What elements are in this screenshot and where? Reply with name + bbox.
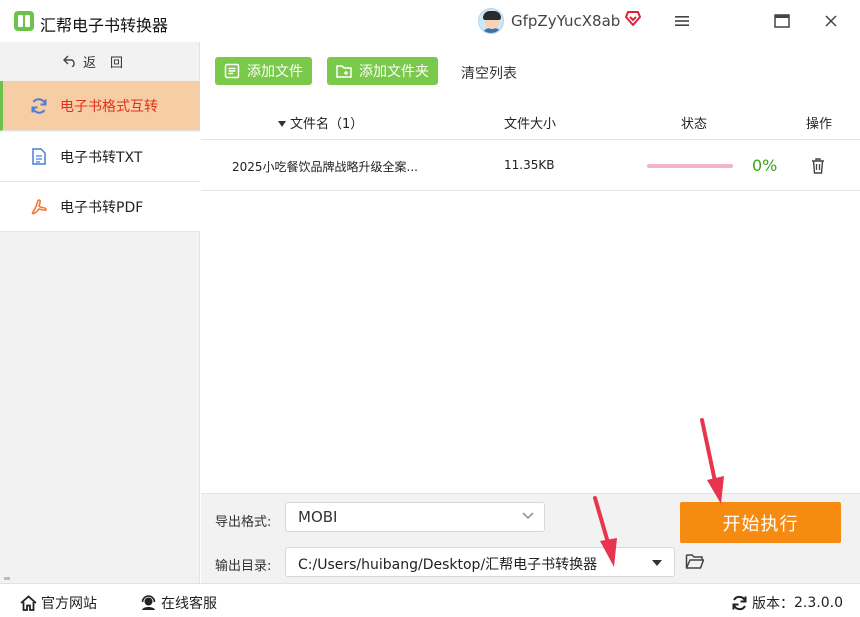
title-bar: 汇帮电子书转换器 GfpZyYucX8ab — [0, 0, 860, 42]
pdf-icon — [30, 198, 48, 216]
format-label: 导出格式: — [215, 515, 272, 530]
chevron-down-icon — [522, 512, 534, 520]
add-folder-button[interactable]: 添加文件夹 — [327, 57, 438, 85]
clear-list-button[interactable]: 清空列表 — [461, 63, 517, 83]
sidebar-item-to-pdf[interactable]: 电子书转PDF — [0, 182, 200, 232]
table-header: 文件名（1） 文件大小 状态 操作 — [201, 100, 860, 140]
file-size: 11.35KB — [504, 158, 555, 172]
sort-caret-icon — [278, 121, 286, 127]
version-value: 2.3.0.0 — [794, 595, 843, 611]
menu-icon — [675, 16, 689, 26]
progress-percent: 0% — [752, 156, 778, 175]
back-arrow-icon — [62, 55, 75, 67]
back-label: 返回 — [82, 55, 137, 71]
refresh-icon — [30, 97, 48, 115]
sidebar-item-label: 电子书格式互转 — [60, 98, 158, 115]
version-label: 版本： — [752, 596, 794, 612]
add-file-icon — [224, 63, 240, 79]
add-folder-label: 添加文件夹 — [359, 64, 429, 80]
start-button[interactable]: 开始执行 — [680, 502, 841, 543]
online-service-link[interactable]: 在线客服 — [140, 593, 217, 613]
app-title: 汇帮电子书转换器 — [40, 16, 169, 35]
column-header-status: 状态 — [681, 117, 708, 132]
official-website-link[interactable]: 官方网站 — [20, 593, 97, 613]
output-dir-select[interactable]: C:/Users/huibang/Desktop/汇帮电子书转换器 — [285, 547, 675, 577]
column-header-ops: 操作 — [806, 117, 833, 132]
avatar[interactable] — [478, 8, 504, 34]
home-icon — [20, 595, 37, 611]
open-folder-icon[interactable] — [685, 552, 705, 570]
close-button[interactable] — [817, 8, 845, 34]
menu-button[interactable] — [668, 8, 696, 34]
column-header-size: 文件大小 — [504, 117, 557, 132]
headset-icon — [141, 595, 156, 610]
status-bar: 官方网站 在线客服 版本： 2.3.0.0 — [0, 583, 860, 617]
add-file-label: 添加文件 — [247, 64, 303, 80]
table-row[interactable]: 2025小吃餐饮品牌战略升级全案... 11.35KB 0% — [201, 141, 860, 191]
output-dir-value: C:/Users/huibang/Desktop/汇帮电子书转换器 — [298, 557, 598, 573]
main-panel: 添加文件 添加文件夹 清空列表 文件名（1） 文件大小 状态 操作 2025小吃… — [201, 42, 860, 493]
vip-heart-icon[interactable] — [624, 10, 642, 26]
file-name: 2025小吃餐饮品牌战略升级全案... — [232, 160, 418, 174]
add-file-button[interactable]: 添加文件 — [215, 57, 312, 85]
format-select[interactable]: MOBI — [285, 502, 545, 532]
format-value: MOBI — [298, 508, 338, 526]
version-info[interactable]: 版本： 2.3.0.0 — [731, 593, 843, 613]
sidebar-item-label: 电子书转TXT — [60, 149, 143, 166]
maximize-icon — [774, 14, 790, 28]
add-folder-icon — [336, 65, 352, 78]
sidebar-item-format-convert[interactable]: 电子书格式互转 — [0, 81, 200, 131]
trash-icon[interactable] — [810, 157, 826, 174]
settings-panel: 导出格式: MOBI 输出目录: C:/Users/huibang/Deskto… — [201, 493, 860, 583]
document-icon — [30, 148, 48, 166]
sidebar-item-to-txt[interactable]: 电子书转TXT — [0, 132, 200, 182]
dropdown-triangle-icon — [652, 560, 662, 566]
username[interactable]: GfpZyYucX8ab — [511, 12, 620, 30]
refresh-icon — [732, 595, 747, 611]
sidebar: 返回 电子书格式互转 电子书转TXT 电子书转PDF — [0, 42, 200, 583]
column-header-name[interactable]: 文件名（1） — [278, 113, 363, 132]
close-icon — [825, 15, 837, 27]
dir-label: 输出目录: — [215, 559, 272, 574]
progress-bar — [647, 164, 733, 168]
maximize-button[interactable] — [768, 8, 796, 34]
app-logo-icon — [14, 11, 34, 31]
sidebar-item-label: 电子书转PDF — [60, 199, 144, 216]
back-button[interactable]: 返回 — [0, 42, 200, 80]
sidebar-scrollbar[interactable] — [4, 577, 10, 580]
